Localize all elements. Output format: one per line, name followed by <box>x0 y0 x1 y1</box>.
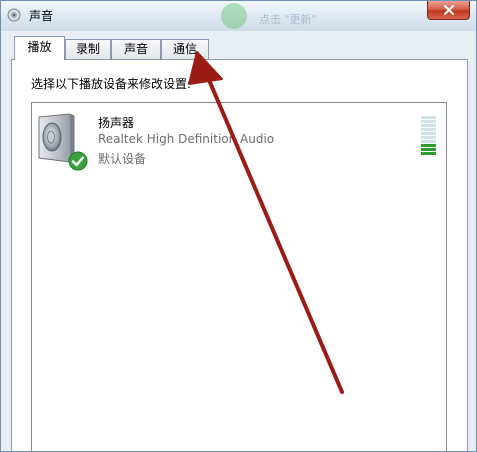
title-bar[interactable]: 声音 点击 "更新" <box>1 1 476 31</box>
device-list[interactable]: 扬声器 Realtek High Definition Audio 默认设备 <box>31 102 447 451</box>
close-icon <box>443 5 454 15</box>
background-title-text: 点击 "更新" <box>259 13 317 26</box>
tab-sounds[interactable]: 声音 <box>111 39 161 59</box>
tab-communications[interactable]: 通信 <box>161 39 209 59</box>
device-status: 默认设备 <box>98 152 147 166</box>
tab-label: 播放 <box>27 40 52 54</box>
sound-app-icon <box>7 8 21 22</box>
playback-panel: 选择以下播放设备来修改设置: 扬声器 Realtek High Definiti… <box>11 59 468 451</box>
tab-recording[interactable]: 录制 <box>65 39 111 59</box>
device-description: Realtek High Definition Audio <box>98 132 275 146</box>
level-segment <box>421 128 436 131</box>
list-item[interactable]: 扬声器 Realtek High Definition Audio 默认设备 <box>32 103 446 173</box>
level-segment <box>421 116 436 119</box>
sound-dialog: 声音 点击 "更新" 播放 录制 声音 通信 选择以下播放设备来修改设置: 扬声… <box>0 0 477 452</box>
level-segment <box>421 132 436 135</box>
level-segment <box>421 120 436 123</box>
level-segment <box>421 152 436 155</box>
device-name: 扬声器 <box>98 116 135 130</box>
volume-level-meter <box>421 113 436 155</box>
window-title: 声音 <box>29 9 54 23</box>
tab-playback[interactable]: 播放 <box>14 36 65 60</box>
tab-label: 声音 <box>123 42 148 56</box>
level-segment <box>421 124 436 127</box>
instruction-text: 选择以下播放设备来修改设置: <box>31 77 192 91</box>
default-device-check-icon <box>68 151 88 171</box>
level-segment <box>421 148 436 151</box>
level-segment <box>421 136 436 139</box>
tab-label: 通信 <box>172 42 197 56</box>
close-button[interactable] <box>427 1 470 20</box>
level-segment <box>421 140 436 143</box>
background-window-glimpse: 点击 "更新" <box>213 1 373 29</box>
tab-label: 录制 <box>75 42 100 56</box>
level-segment <box>421 144 436 147</box>
green-badge-icon <box>221 3 247 29</box>
